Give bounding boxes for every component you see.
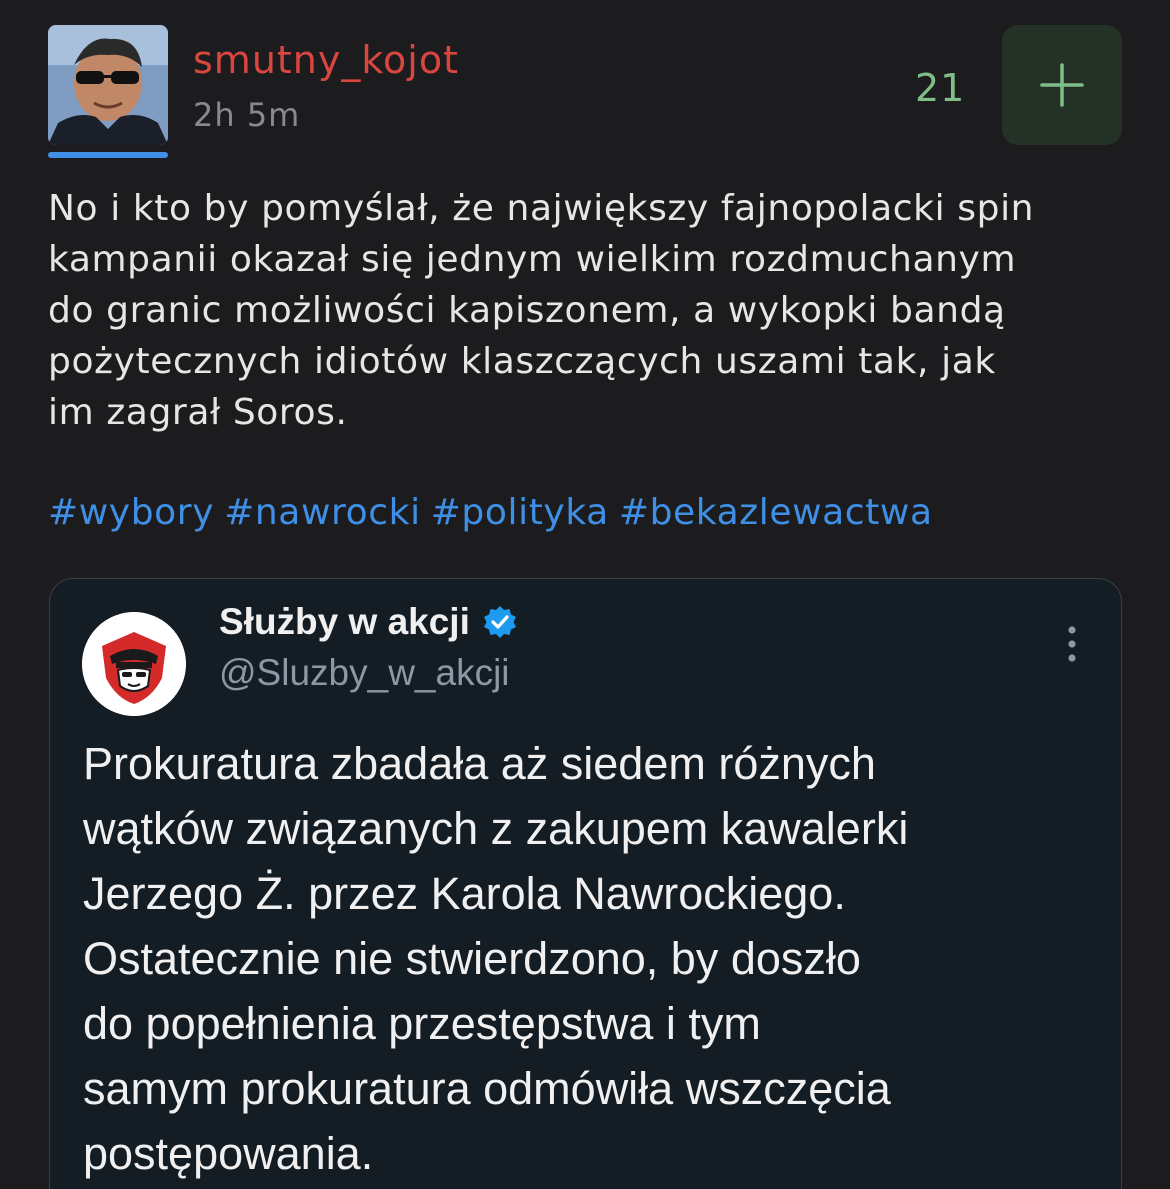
tag-wybory[interactable]: #wybory [48,492,214,533]
avatar[interactable] [48,25,168,145]
avatar-underline [48,152,168,158]
tag-polityka[interactable]: #polityka [431,492,609,533]
verified-badge-icon [482,604,518,640]
post-tags: #wybory #nawrocki #polityka #bekazlewactwa [48,487,943,538]
embed-display-name-text: Służby w akcji [219,601,470,642]
embed-tweet-text: Prokuratura zbadała aż siedem różnych wą… [83,738,909,1179]
embedded-tweet[interactable]: Służby w akcji @Sluzby_w_akcji Prokuratu… [49,578,1122,1189]
post-card: smutny_kojot 2h 5m 21 No i kto by pomyśl… [0,0,1170,1189]
embed-handle[interactable]: @Sluzby_w_akcji [219,652,510,694]
more-vertical-icon[interactable] [1060,624,1084,664]
tag-nawrocki[interactable]: #nawrocki [224,492,421,533]
embed-display-name[interactable]: Służby w akcji [219,601,518,643]
post-body-text: No i kto by pomyślał, że największy fajn… [48,188,1035,433]
user-avatar-photo-icon [48,25,168,145]
embed-avatar[interactable] [82,612,186,716]
police-logo-icon [82,612,186,716]
plus-icon [1040,63,1084,107]
vote-count: 21 [915,66,966,110]
upvote-button[interactable] [1002,25,1122,145]
post-timestamp: 2h 5m [193,96,301,134]
author-avatar-container[interactable] [48,25,168,158]
author-username[interactable]: smutny_kojot [193,38,459,82]
tag-bekazlewactwa[interactable]: #bekazlewactwa [619,492,933,533]
